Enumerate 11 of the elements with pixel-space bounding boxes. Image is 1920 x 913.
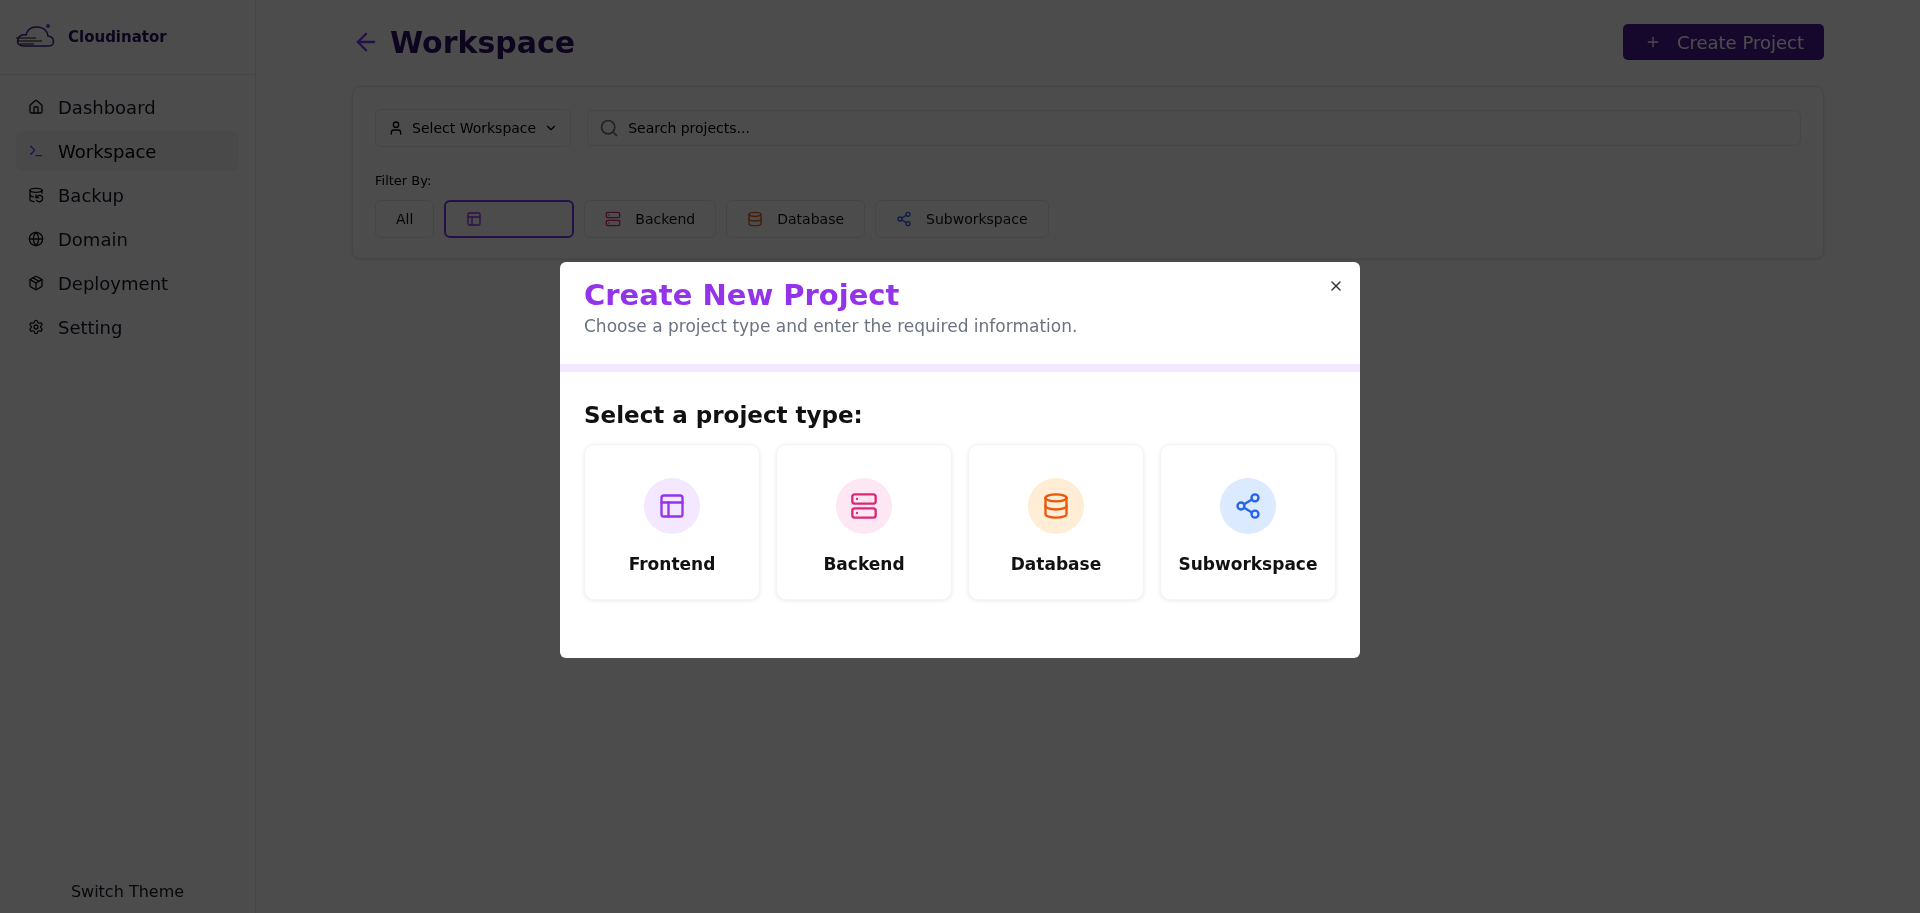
dialog-title: Create New Project (584, 278, 901, 312)
filter-label: Filter By: (375, 173, 433, 188)
brand-name: Cloudinator (68, 28, 167, 46)
page-title: Workspace (390, 24, 576, 60)
project-type-card[interactable]: Backend (776, 444, 952, 600)
project-type-card[interactable]: Frontend (584, 444, 760, 600)
switch-theme-link[interactable]: Switch Theme (70, 882, 185, 901)
project-type-card[interactable]: Subworkspace (1160, 444, 1336, 600)
section-title: Select a project type: (584, 402, 864, 428)
dialog-subtitle: Choose a project type and enter the required information. (584, 316, 1079, 336)
project-type-card[interactable]: Database (968, 444, 1144, 600)
